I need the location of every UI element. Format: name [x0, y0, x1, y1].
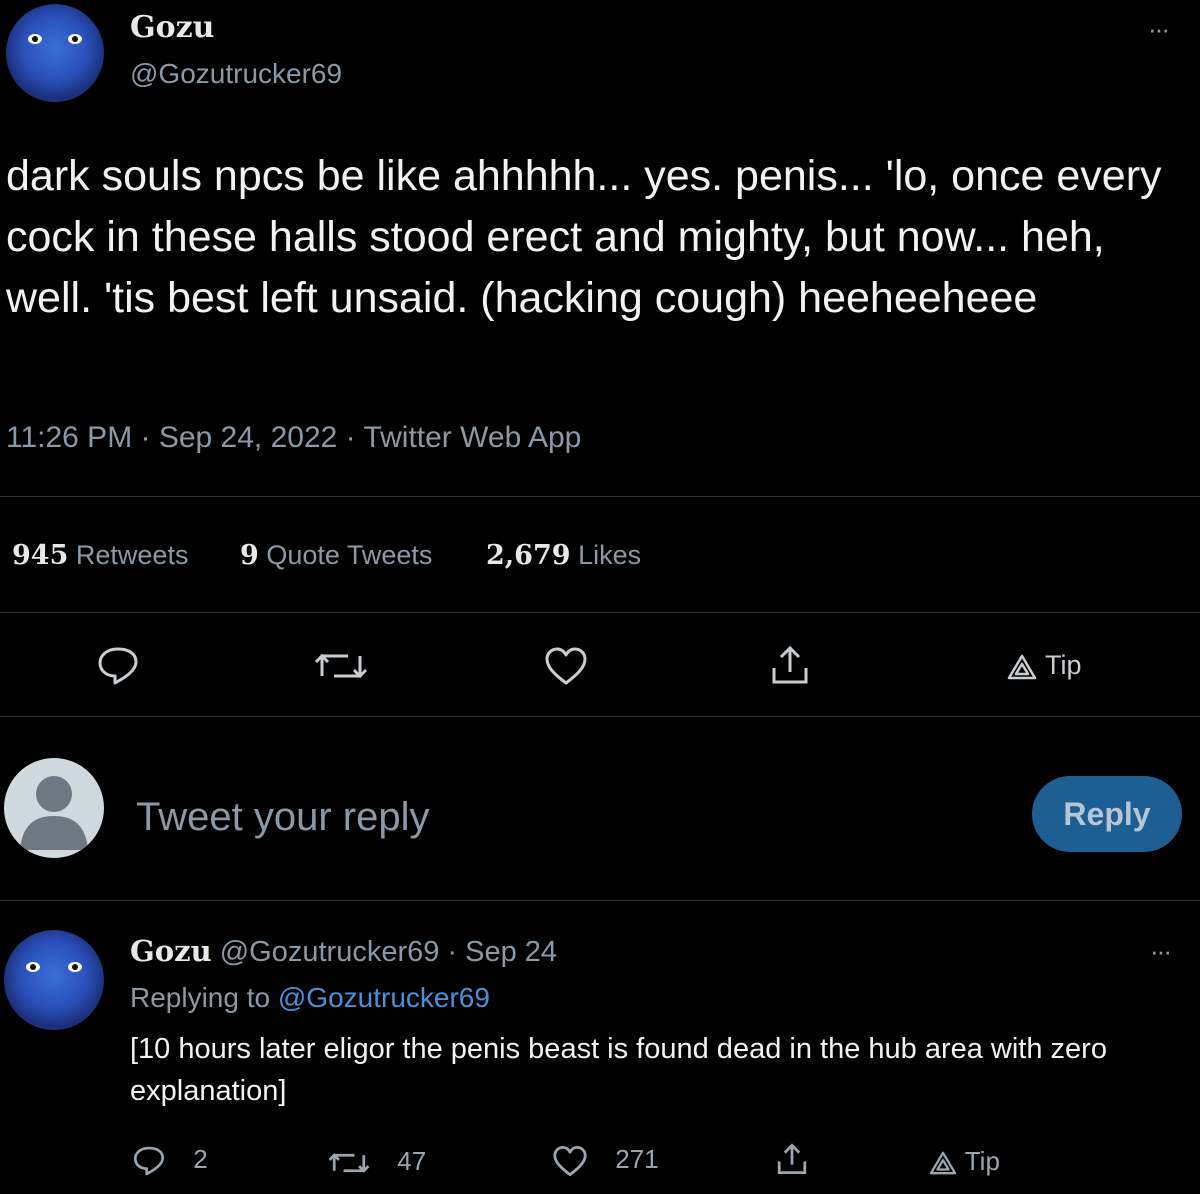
reply-tip-button[interactable]: Tip: [928, 1146, 1000, 1177]
reply-icon[interactable]: [96, 645, 140, 687]
more-icon[interactable]: ···: [1150, 936, 1172, 967]
tip-icon: [928, 1150, 958, 1176]
divider: [0, 496, 1200, 497]
retweet-icon[interactable]: [314, 648, 368, 684]
retweets-stat[interactable]: 945 Retweets: [12, 540, 188, 571]
tip-label: Tip: [964, 1146, 1000, 1176]
author-name[interactable]: Gozu: [130, 10, 214, 45]
likes-label: Likes: [578, 540, 642, 570]
replying-prefix: Replying to: [130, 982, 271, 1013]
author-avatar[interactable]: [6, 4, 104, 102]
reply-author-avatar[interactable]: [4, 930, 104, 1030]
default-avatar-icon: [20, 776, 88, 850]
tip-label: Tip: [1045, 650, 1082, 680]
replying-to: Replying to @Gozutrucker69: [130, 982, 490, 1014]
tip-button[interactable]: Tip: [1006, 650, 1082, 681]
user-avatar: [4, 758, 104, 858]
quotes-label: Quote Tweets: [266, 540, 433, 570]
like-icon: [552, 1145, 588, 1177]
reply-handle-date[interactable]: @Gozutrucker69 · Sep 24: [220, 936, 557, 968]
like-count: 271: [615, 1144, 659, 1174]
like-icon[interactable]: [544, 646, 588, 686]
reply-reply-action[interactable]: 2: [132, 1144, 208, 1177]
reply-retweet-action[interactable]: 47: [328, 1146, 426, 1177]
reply-icon: [132, 1145, 166, 1177]
reply-like-action[interactable]: 271: [552, 1144, 659, 1177]
divider: [0, 900, 1200, 901]
reply-count: 2: [193, 1144, 208, 1174]
author-handle[interactable]: @Gozutrucker69: [130, 58, 342, 90]
retweets-label: Retweets: [75, 540, 189, 570]
reply-input[interactable]: [134, 788, 998, 846]
likes-stat[interactable]: 2,679 Likes: [486, 540, 641, 571]
divider: [0, 612, 1200, 613]
reply-text: [10 hours later eligor the penis beast i…: [130, 1033, 1107, 1107]
more-icon[interactable]: ···: [1148, 14, 1170, 45]
retweet-icon: [328, 1149, 370, 1177]
quotes-stat[interactable]: 9 Quote Tweets: [240, 540, 432, 571]
tip-icon: [1006, 653, 1038, 681]
reply-author-name[interactable]: Gozu: [130, 934, 212, 968]
quotes-count: 9: [240, 540, 259, 571]
share-icon[interactable]: [776, 1142, 808, 1176]
reply-button[interactable]: Reply: [1032, 776, 1182, 852]
divider: [0, 716, 1200, 717]
tweet-text: dark souls npcs be like ahhhhh... yes. p…: [6, 152, 1162, 322]
retweet-count: 47: [397, 1146, 427, 1176]
share-icon[interactable]: [770, 644, 810, 686]
tweet-timestamp[interactable]: 11:26 PM · Sep 24, 2022 · Twitter Web Ap…: [6, 421, 581, 455]
retweets-count: 945: [12, 540, 69, 571]
likes-count: 2,679: [486, 540, 571, 571]
reply-header: Gozu @Gozutrucker69 · Sep 24: [130, 934, 557, 969]
replying-handle-link[interactable]: @Gozutrucker69: [278, 982, 490, 1013]
